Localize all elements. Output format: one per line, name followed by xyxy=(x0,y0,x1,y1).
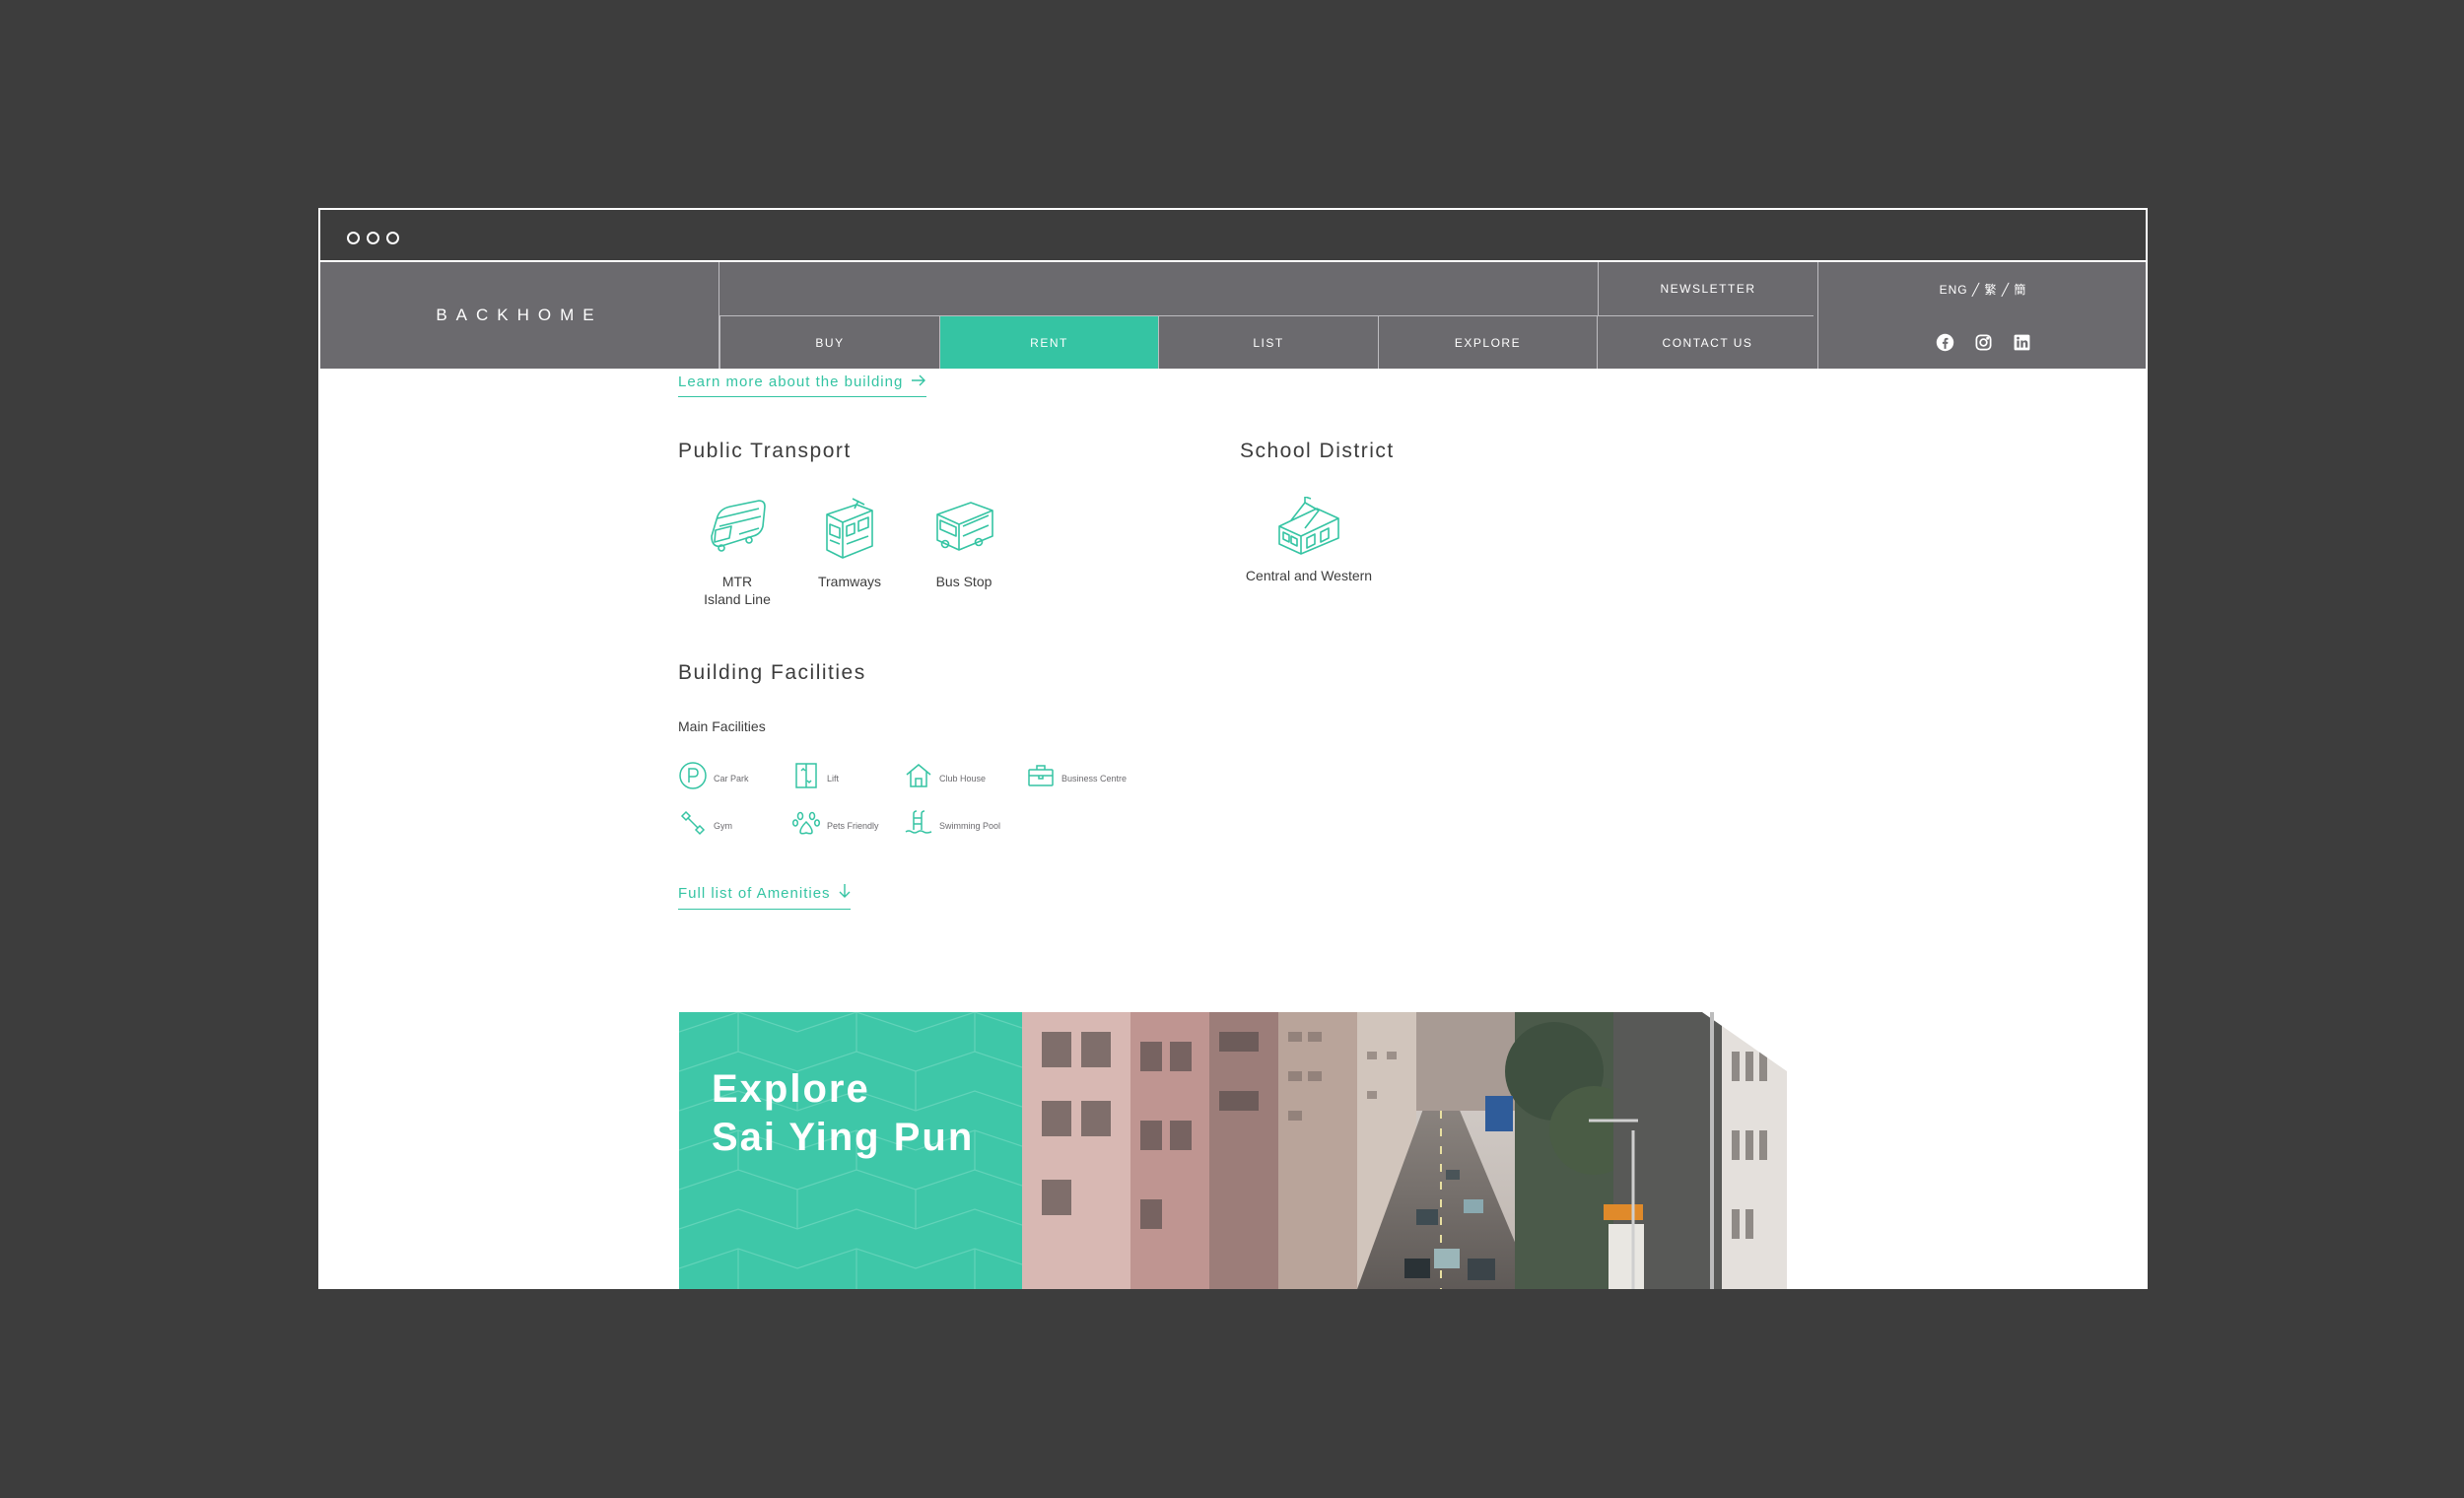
nav-contact-us[interactable]: CONTACT US xyxy=(1597,316,1817,369)
school-label: Central and Western xyxy=(1245,568,1373,583)
transport-item-mtr: MTR Island Line xyxy=(686,497,788,608)
window-control-dot[interactable] xyxy=(386,232,399,244)
page-content: Learn more about the building Public Tra… xyxy=(318,369,2148,1289)
arrow-right-icon xyxy=(911,374,926,390)
banner-title: Explore Sai Ying Pun xyxy=(712,1065,974,1162)
building-facilities-title: Building Facilities xyxy=(678,661,866,684)
public-transport-title: Public Transport xyxy=(678,440,852,462)
linkedin-icon[interactable] xyxy=(2013,333,2031,352)
facility-label: Lift xyxy=(827,773,840,783)
dumbbell-icon xyxy=(678,808,708,843)
banner-title-line1: Explore xyxy=(712,1067,870,1111)
nav-explore[interactable]: EXPLORE xyxy=(1378,316,1597,369)
tram-icon xyxy=(817,497,882,567)
facility-label: Pets Friendly xyxy=(827,820,879,831)
parking-icon xyxy=(678,761,708,795)
school-building-icon xyxy=(1275,496,1342,561)
explore-banner[interactable]: Explore Sai Ying Pun xyxy=(679,1012,1787,1289)
paw-icon xyxy=(791,808,821,843)
learn-more-label: Learn more about the building xyxy=(678,374,904,390)
facility-gym: Gym xyxy=(678,808,732,843)
nav-newsletter[interactable]: NEWSLETTER xyxy=(1598,262,1817,315)
facility-label: Business Centre xyxy=(1061,773,1128,783)
bus-icon xyxy=(931,497,996,567)
school-district-title: School District xyxy=(1240,440,1395,462)
browser-window: BACKHOME NEWSLETTER BUY RENT LIST EXPLOR… xyxy=(318,208,2148,1289)
full-amenities-link[interactable]: Full list of Amenities xyxy=(678,883,851,910)
window-control-dot[interactable] xyxy=(347,232,360,244)
banner-teal-panel: Explore Sai Ying Pun xyxy=(679,1012,1022,1289)
nav-rent[interactable]: RENT xyxy=(939,316,1158,369)
social-links xyxy=(1817,315,2148,369)
transport-label: Tramways xyxy=(818,573,881,590)
facility-car-park: Car Park xyxy=(678,761,749,795)
transport-label-line1: Bus Stop xyxy=(935,574,992,589)
lift-icon xyxy=(791,761,821,795)
facility-label: Car Park xyxy=(714,773,749,783)
transport-label: Bus Stop xyxy=(936,573,992,590)
nav-buy[interactable]: BUY xyxy=(719,316,939,369)
language-switcher[interactable]: ENG ╱ 繁 ╱ 簡 xyxy=(1817,262,2148,315)
facility-business-centre: Business Centre xyxy=(1026,761,1127,795)
pool-ladder-icon xyxy=(904,808,933,843)
learn-more-building-link[interactable]: Learn more about the building xyxy=(678,374,927,397)
transport-label-line1: MTR xyxy=(721,574,753,589)
banner-title-line2: Sai Ying Pun xyxy=(712,1116,975,1159)
transport-label: MTR Island Line xyxy=(704,573,771,608)
facility-label: Swimming Pool xyxy=(939,820,1001,831)
transport-item-tram: Tramways xyxy=(798,497,901,590)
street-photo-image xyxy=(1022,1012,1787,1289)
facility-label: Club House xyxy=(939,773,987,783)
facility-club-house: Club House xyxy=(904,761,986,795)
transport-item-bus: Bus Stop xyxy=(913,497,1015,590)
window-titlebar xyxy=(318,208,2148,262)
facility-pets-friendly: Pets Friendly xyxy=(791,808,879,843)
street-photo xyxy=(1022,1012,1787,1289)
window-control-dot[interactable] xyxy=(367,232,379,244)
site-header: BACKHOME NEWSLETTER BUY RENT LIST EXPLOR… xyxy=(318,262,2148,369)
arrow-down-icon xyxy=(839,883,851,903)
school-item-central-western: Central and Western xyxy=(1240,496,1378,584)
main-facilities-subtitle: Main Facilities xyxy=(678,718,766,734)
facebook-icon[interactable] xyxy=(1936,333,1954,352)
site-logo[interactable]: BACKHOME xyxy=(320,262,719,369)
facility-swimming-pool: Swimming Pool xyxy=(904,808,1000,843)
briefcase-icon xyxy=(1026,761,1056,795)
house-icon xyxy=(904,761,933,795)
transport-label-line1: Tramways xyxy=(817,574,882,589)
instagram-icon[interactable] xyxy=(1974,333,1993,352)
facility-label: Gym xyxy=(714,820,732,831)
nav-list[interactable]: LIST xyxy=(1158,316,1378,369)
amenities-label: Full list of Amenities xyxy=(678,884,831,902)
facility-lift: Lift xyxy=(791,761,839,795)
train-icon xyxy=(704,497,771,567)
transport-label-line2: Island Line xyxy=(704,591,771,607)
